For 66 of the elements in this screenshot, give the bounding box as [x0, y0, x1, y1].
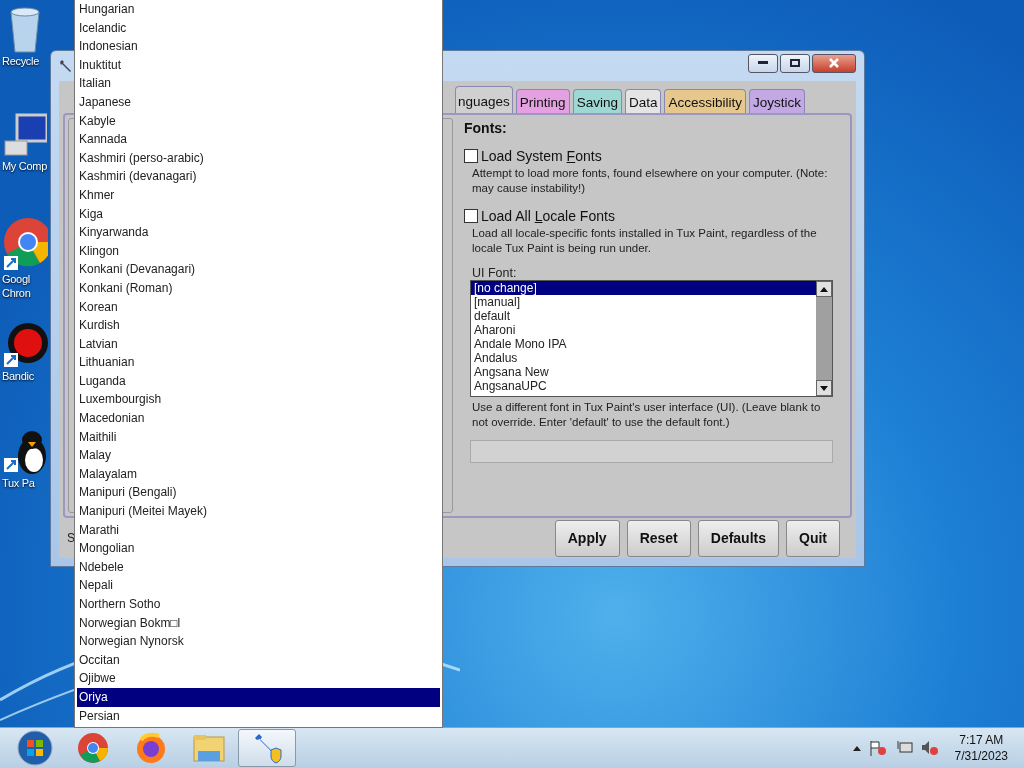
option-description: Load all locale-specific fonts installed in Tux Paint, regardless of the locale Tux Paint is being run under.	[471, 226, 818, 256]
desktop-icon-label: Recycle	[1, 54, 40, 68]
language-option[interactable]: Occitan	[77, 650, 440, 670]
settings-tab[interactable]: Joystick	[749, 89, 805, 113]
dialog-button[interactable]: Reset	[626, 519, 691, 557]
font-list-item[interactable]: [no change]	[471, 281, 816, 295]
language-option[interactable]: Kurdish	[77, 316, 440, 335]
language-option[interactable]: Hungarian	[77, 0, 440, 19]
language-option[interactable]: Icelandic	[77, 18, 440, 38]
dialog-button[interactable]: Quit	[786, 519, 840, 557]
language-option[interactable]: Kiga	[77, 204, 440, 224]
language-option[interactable]: Khmer	[77, 185, 440, 205]
desktop-icon-label: Tux Pa	[1, 476, 35, 490]
footer-label: S	[67, 531, 75, 545]
language-option[interactable]: Lithuanian	[77, 353, 440, 372]
language-option[interactable]: Ojibwe	[77, 669, 440, 688]
desktop-icon-label: My Comp	[1, 159, 47, 173]
language-option[interactable]: Persian	[77, 706, 440, 726]
language-option[interactable]: Klingon	[77, 241, 440, 261]
checkbox-label: Load All Locale Fonts	[481, 208, 615, 224]
language-option[interactable]: Malayalam	[77, 464, 440, 484]
language-option[interactable]: Konkani (Devanagari)	[77, 260, 440, 279]
language-option[interactable]: Kannada	[77, 130, 440, 149]
ui-font-label: UI Font:	[471, 266, 518, 280]
language-option[interactable]: Kashmiri (perso-arabic)	[77, 148, 440, 168]
language-option[interactable]: Malay	[77, 446, 440, 465]
ui-font-help: Use a different font in Tux Paint's user interface (UI). (Leave blank to not override. Enter 'default' to use the default font.)	[471, 400, 822, 430]
dialog-button[interactable]: Defaults	[697, 519, 779, 557]
desktop-icon-label: Bandic	[1, 369, 34, 383]
clock-date: 7/31/2023	[954, 748, 1008, 764]
language-option[interactable]: Konkani (Roman)	[77, 278, 440, 298]
desktop-icon-label: Chron	[1, 286, 31, 300]
checkbox-label: Load System Fonts	[481, 148, 602, 164]
language-option[interactable]: Norwegian Bokm□l	[77, 613, 440, 633]
language-option[interactable]: Kinyarwanda	[77, 223, 440, 242]
language-option[interactable]: Luxembourgish	[77, 390, 440, 410]
desktop-icon-label: Googl	[1, 272, 30, 286]
language-option[interactable]: Kashmiri (devanagari)	[77, 167, 440, 186]
language-option[interactable]: Oriya	[77, 687, 440, 707]
language-option[interactable]: Marathi	[77, 520, 440, 540]
language-option[interactable]: Italian	[77, 74, 440, 93]
language-option[interactable]: Manipuri (Meitei Mayek)	[77, 502, 440, 521]
dialog-button[interactable]: Apply	[554, 519, 620, 557]
language-option[interactable]: Latvian	[77, 334, 440, 354]
language-option[interactable]: Luganda	[77, 371, 440, 391]
clock-time: 7:17 AM	[959, 732, 1004, 748]
language-option[interactable]: Mongolian	[77, 539, 440, 558]
language-option[interactable]: Ndebele	[77, 557, 440, 577]
language-option[interactable]: Manipuri (Bengali)	[77, 483, 440, 503]
settings-tab[interactable]: Accessibility	[664, 89, 746, 113]
fonts-heading: Fonts:	[464, 120, 508, 136]
language-option[interactable]: Macedonian	[77, 409, 440, 428]
language-option[interactable]: Japanese	[77, 92, 440, 112]
language-option[interactable]: Maithili	[77, 427, 440, 447]
language-option[interactable]: Kabyle	[77, 111, 440, 131]
language-option[interactable]: Korean	[77, 297, 440, 317]
settings-tab[interactable]: nguages	[455, 86, 513, 113]
language-option[interactable]: Norwegian Nynorsk	[77, 632, 440, 651]
language-option[interactable]: Nepali	[77, 576, 440, 595]
settings-tab[interactable]: Saving	[572, 89, 622, 113]
settings-tab[interactable]: Printing	[515, 89, 570, 113]
settings-tab[interactable]: Data	[624, 89, 662, 113]
language-option[interactable]: Indonesian	[77, 37, 440, 56]
option-description: Attempt to load more fonts, found elsewhere on your computer. (Note: may cause instability!)	[471, 166, 829, 196]
language-option[interactable]: Northern Sotho	[77, 595, 440, 614]
language-option[interactable]: Inuktitut	[77, 55, 440, 75]
